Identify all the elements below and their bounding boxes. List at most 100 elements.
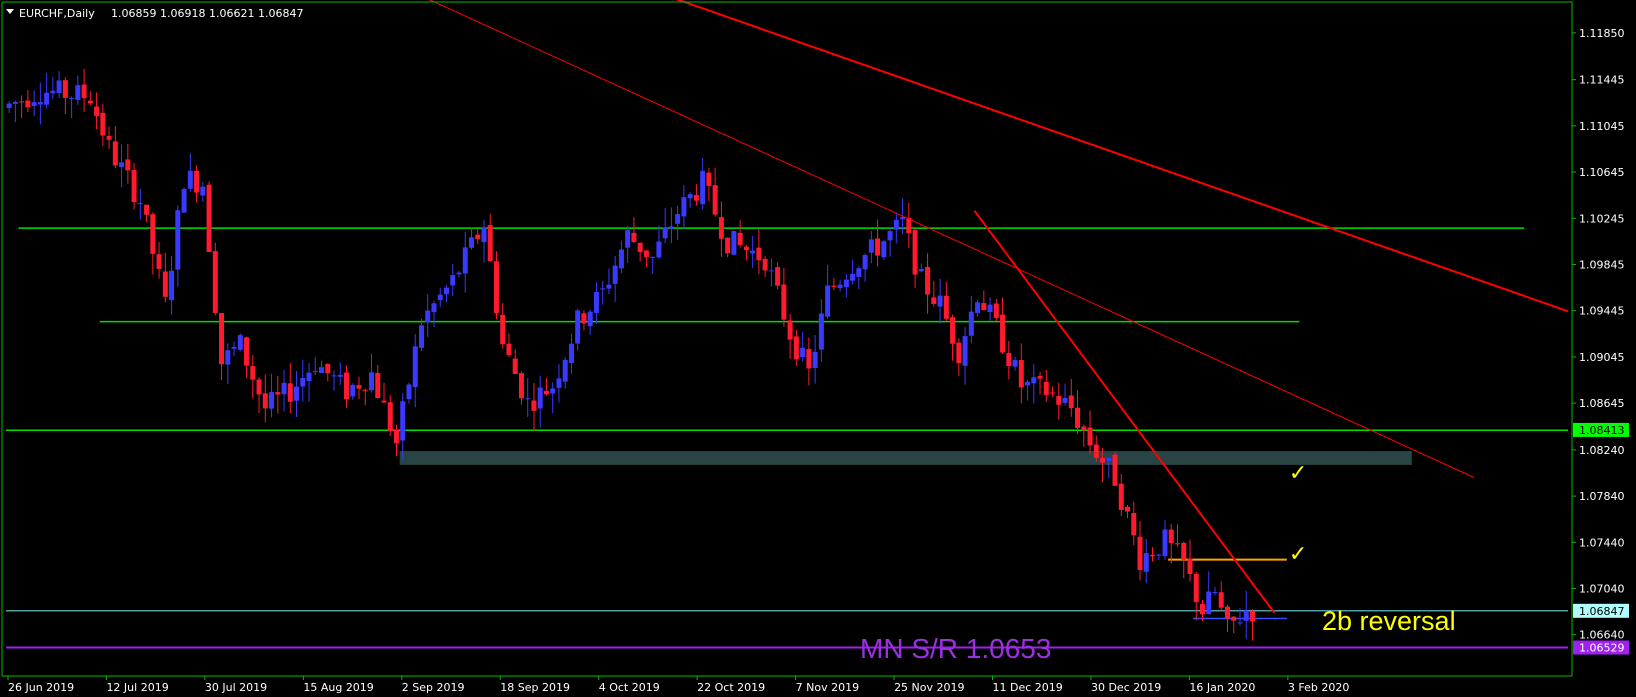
candle-body bbox=[637, 242, 643, 253]
candle-body bbox=[1037, 375, 1043, 379]
candle-body bbox=[937, 295, 943, 307]
candle-body bbox=[500, 314, 506, 345]
y-tick-label: 1.10245 bbox=[1579, 212, 1625, 225]
candle-body bbox=[1181, 542, 1187, 560]
candle-body bbox=[1012, 360, 1018, 367]
candle-body bbox=[175, 210, 181, 270]
candle-body bbox=[625, 230, 631, 248]
candle-body bbox=[525, 398, 531, 400]
candle-body bbox=[593, 291, 599, 313]
candle-body bbox=[62, 80, 68, 98]
candle-body bbox=[668, 226, 674, 229]
candle-body bbox=[568, 343, 574, 363]
candle bbox=[493, 251, 499, 320]
x-tick-label: 18 Sep 2019 bbox=[500, 681, 570, 694]
candle-body bbox=[756, 247, 762, 261]
candle-body bbox=[181, 189, 187, 213]
candle-body bbox=[137, 203, 143, 205]
candle-body bbox=[1218, 592, 1224, 608]
candle-body bbox=[231, 347, 237, 349]
y-tick-label: 1.08645 bbox=[1579, 397, 1625, 410]
candle-body bbox=[562, 359, 568, 382]
candle-body bbox=[250, 366, 256, 380]
candle-body bbox=[693, 195, 699, 201]
candle-body bbox=[600, 288, 606, 290]
candle-body bbox=[687, 194, 693, 199]
candle-body bbox=[581, 313, 587, 324]
candle-body bbox=[506, 343, 512, 356]
candle-body bbox=[587, 311, 593, 327]
x-tick-label: 4 Oct 2019 bbox=[599, 681, 660, 694]
candle-body bbox=[56, 80, 62, 94]
candle-body bbox=[281, 382, 287, 395]
x-tick-label: 30 Jul 2019 bbox=[205, 681, 267, 694]
candle-body bbox=[531, 400, 537, 411]
candle-body bbox=[144, 204, 150, 215]
candle-body bbox=[125, 159, 131, 171]
candle-body bbox=[831, 285, 837, 288]
zone-layer bbox=[399, 451, 1412, 465]
candle-body bbox=[87, 100, 93, 104]
candle bbox=[731, 230, 737, 256]
y-tick-label: 1.11445 bbox=[1579, 74, 1625, 87]
candle-body bbox=[337, 374, 343, 377]
candle-body bbox=[31, 102, 37, 106]
y-tick-label: 1.07840 bbox=[1579, 490, 1625, 503]
candle-body bbox=[19, 101, 25, 103]
price-tag-label: 1.06529 bbox=[1579, 642, 1625, 655]
candle-body bbox=[1081, 426, 1087, 431]
candle-body bbox=[612, 265, 618, 284]
candle-body bbox=[768, 270, 774, 272]
candle-body bbox=[150, 214, 156, 254]
x-tick-label: 11 Dec 2019 bbox=[993, 681, 1063, 694]
candle-body bbox=[1112, 454, 1118, 486]
candle-body bbox=[1050, 392, 1056, 394]
reversal-annotation: 2b reversal bbox=[1322, 606, 1456, 636]
candle-body bbox=[387, 402, 393, 432]
candle-body bbox=[743, 246, 749, 251]
candle-body bbox=[331, 375, 337, 377]
chart-svg: 2b reversal MN S/R 1.0653 ✓ ✓ 1.11850 1.11… bbox=[0, 0, 1636, 697]
candle-body bbox=[1093, 444, 1099, 458]
candle-body bbox=[394, 429, 399, 444]
candle-body bbox=[1131, 512, 1137, 536]
candle-body bbox=[681, 197, 687, 217]
candle-body bbox=[1243, 610, 1249, 621]
candle-body bbox=[262, 393, 268, 409]
candle-body bbox=[225, 350, 231, 365]
candle-body bbox=[475, 234, 481, 239]
chart-header: EURCHF,Daily 1.06859 1.06918 1.06621 1.0… bbox=[6, 7, 303, 20]
candle-body bbox=[787, 320, 793, 340]
candle-body bbox=[968, 311, 974, 336]
candle-body bbox=[856, 268, 862, 277]
candle-body bbox=[1137, 536, 1143, 571]
candle-body bbox=[550, 388, 556, 394]
candle-body bbox=[518, 373, 524, 399]
candle-body bbox=[493, 261, 499, 314]
candle bbox=[1112, 452, 1118, 487]
candle-body bbox=[887, 231, 893, 241]
candle-body bbox=[837, 284, 843, 289]
symbol-label: EURCHF,Daily bbox=[19, 7, 95, 20]
candle-body bbox=[512, 358, 518, 374]
candle-body bbox=[344, 372, 350, 400]
candle-body bbox=[131, 170, 137, 203]
candle-body bbox=[1000, 314, 1006, 353]
x-tick-label: 22 Oct 2019 bbox=[697, 681, 765, 694]
candle-body bbox=[1199, 604, 1205, 615]
x-tick-label: 12 Jul 2019 bbox=[106, 681, 168, 694]
y-tick-label: 1.09845 bbox=[1579, 258, 1625, 271]
candle-body bbox=[287, 383, 293, 402]
candle-body bbox=[956, 342, 962, 364]
candle-body bbox=[162, 271, 168, 297]
candle bbox=[212, 242, 218, 316]
candle-body bbox=[556, 378, 562, 388]
candle-body bbox=[200, 186, 206, 196]
y-tick-label: 1.10645 bbox=[1579, 166, 1625, 179]
x-tick-label: 15 Aug 2019 bbox=[303, 681, 373, 694]
candle-body bbox=[94, 106, 100, 116]
y-tick-label: 1.06640 bbox=[1579, 629, 1625, 642]
candle-body bbox=[187, 170, 193, 189]
candle-body bbox=[1193, 573, 1199, 603]
candle-body bbox=[750, 250, 756, 254]
